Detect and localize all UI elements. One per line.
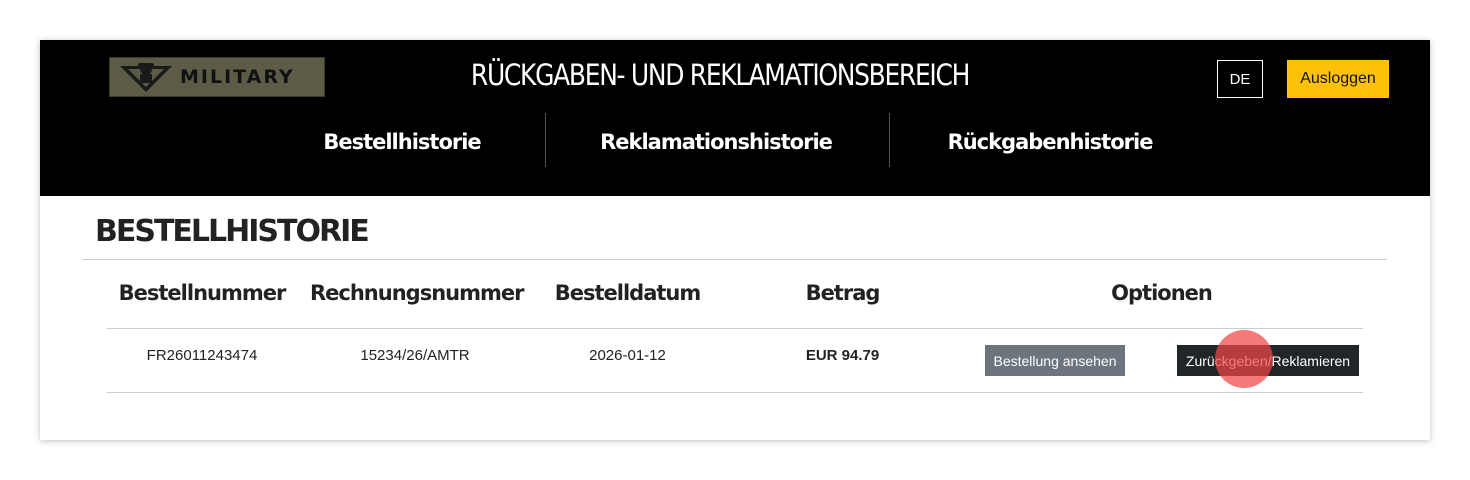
nav-order-history[interactable]: Bestellhistorie bbox=[302, 124, 502, 160]
nav-divider bbox=[545, 113, 546, 167]
main-card: MILITARY RÜCKGABEN- UND REKLAMATIONSBERE… bbox=[40, 40, 1430, 440]
order-number-cell: FR26011243474 bbox=[146, 347, 258, 364]
logout-button[interactable]: Ausloggen bbox=[1287, 60, 1389, 98]
section-title: BESTELLHISTORIE bbox=[95, 214, 370, 249]
nav-divider bbox=[889, 113, 890, 167]
nav-complaint-history[interactable]: Reklamationshistorie bbox=[588, 124, 844, 160]
view-order-button[interactable]: Bestellung ansehen bbox=[985, 345, 1125, 376]
column-header-amount: Betrag bbox=[805, 281, 881, 305]
language-selector[interactable]: DE bbox=[1217, 60, 1263, 98]
amount-cell: EUR 94.79 bbox=[805, 347, 880, 364]
logo-text: MILITARY bbox=[180, 66, 295, 88]
column-header-order-date: Bestelldatum bbox=[554, 281, 702, 305]
logo[interactable]: MILITARY bbox=[109, 57, 325, 97]
column-header-options: Optionen bbox=[1111, 281, 1213, 305]
table-row-divider bbox=[107, 328, 1363, 329]
site-header: MILITARY RÜCKGABEN- UND REKLAMATIONSBERE… bbox=[40, 40, 1430, 196]
column-header-invoice-number: Rechnungsnummer bbox=[310, 281, 524, 305]
column-header-order-number: Bestellnummer bbox=[118, 281, 287, 305]
return-complaint-button[interactable]: Zurückgeben/Reklamieren bbox=[1177, 345, 1359, 376]
section-divider bbox=[83, 259, 1387, 260]
invoice-number-cell: 15234/26/AMTR bbox=[360, 347, 470, 364]
table-row-divider bbox=[107, 392, 1363, 393]
page-header-title: RÜCKGABEN- UND REKLAMATIONSBEREICH bbox=[470, 58, 970, 92]
order-date-cell: 2026-01-12 bbox=[589, 347, 666, 364]
soldier-emblem-icon bbox=[120, 63, 172, 92]
nav-return-history[interactable]: Rückgabenhistorie bbox=[930, 124, 1170, 160]
